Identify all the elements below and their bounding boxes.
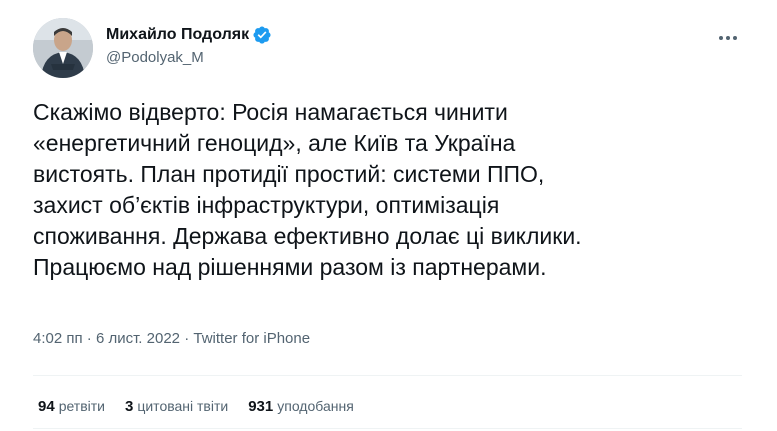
quotes-stat[interactable]: 3 цитовані твіти: [125, 398, 228, 415]
meta-separator: ·: [184, 330, 190, 347]
tweet-stats: 94 ретвіти 3 цитовані твіти 931 уподобання: [38, 398, 374, 415]
avatar-image: [33, 18, 93, 78]
tweet-line: споживання. Держава ефективно долає ці в…: [33, 223, 582, 249]
tweet-source[interactable]: Twitter for iPhone: [193, 330, 310, 347]
author-name[interactable]: Михайло Подоляк: [106, 26, 249, 44]
avatar[interactable]: [33, 18, 93, 78]
tweet-line: вистоять. План протидії простий: системи…: [33, 161, 545, 187]
tweet-line: Працюємо над рішеннями разом із партнера…: [33, 254, 547, 280]
quotes-label: цитовані твіти: [137, 398, 229, 414]
author-block: Михайло Подоляк @Podolyak_M: [106, 24, 272, 66]
likes-label: уподобання: [277, 398, 354, 414]
quotes-count: 3: [125, 398, 134, 415]
retweets-count: 94: [38, 398, 55, 415]
verified-badge-icon: [252, 25, 272, 45]
divider: [33, 428, 742, 429]
meta-separator: ·: [86, 330, 92, 347]
author-handle[interactable]: @Podolyak_M: [106, 49, 272, 66]
retweets-label: ретвіти: [58, 398, 105, 414]
tweet-line: Скажімо відверто: Росія намагається чини…: [33, 99, 508, 125]
tweet-time[interactable]: 4:02 пп: [33, 330, 83, 347]
tweet-meta: 4:02 пп · 6 лист. 2022 · Twitter for iPh…: [33, 330, 310, 347]
tweet-header: Михайло Подоляк @Podolyak_M: [33, 18, 757, 82]
likes-stat[interactable]: 931 уподобання: [248, 398, 354, 415]
divider: [33, 375, 742, 376]
tweet-line: захист об’єктів інфраструктури, оптиміза…: [33, 192, 500, 218]
tweet-line: «енергетичний геноцид», але Київ та Укра…: [33, 130, 516, 156]
retweets-stat[interactable]: 94 ретвіти: [38, 398, 105, 415]
likes-count: 931: [248, 398, 274, 415]
tweet-text: Скажімо відверто: Росія намагається чини…: [33, 97, 753, 283]
tweet-date[interactable]: 6 лист. 2022: [96, 330, 180, 347]
more-icon[interactable]: [713, 26, 743, 50]
